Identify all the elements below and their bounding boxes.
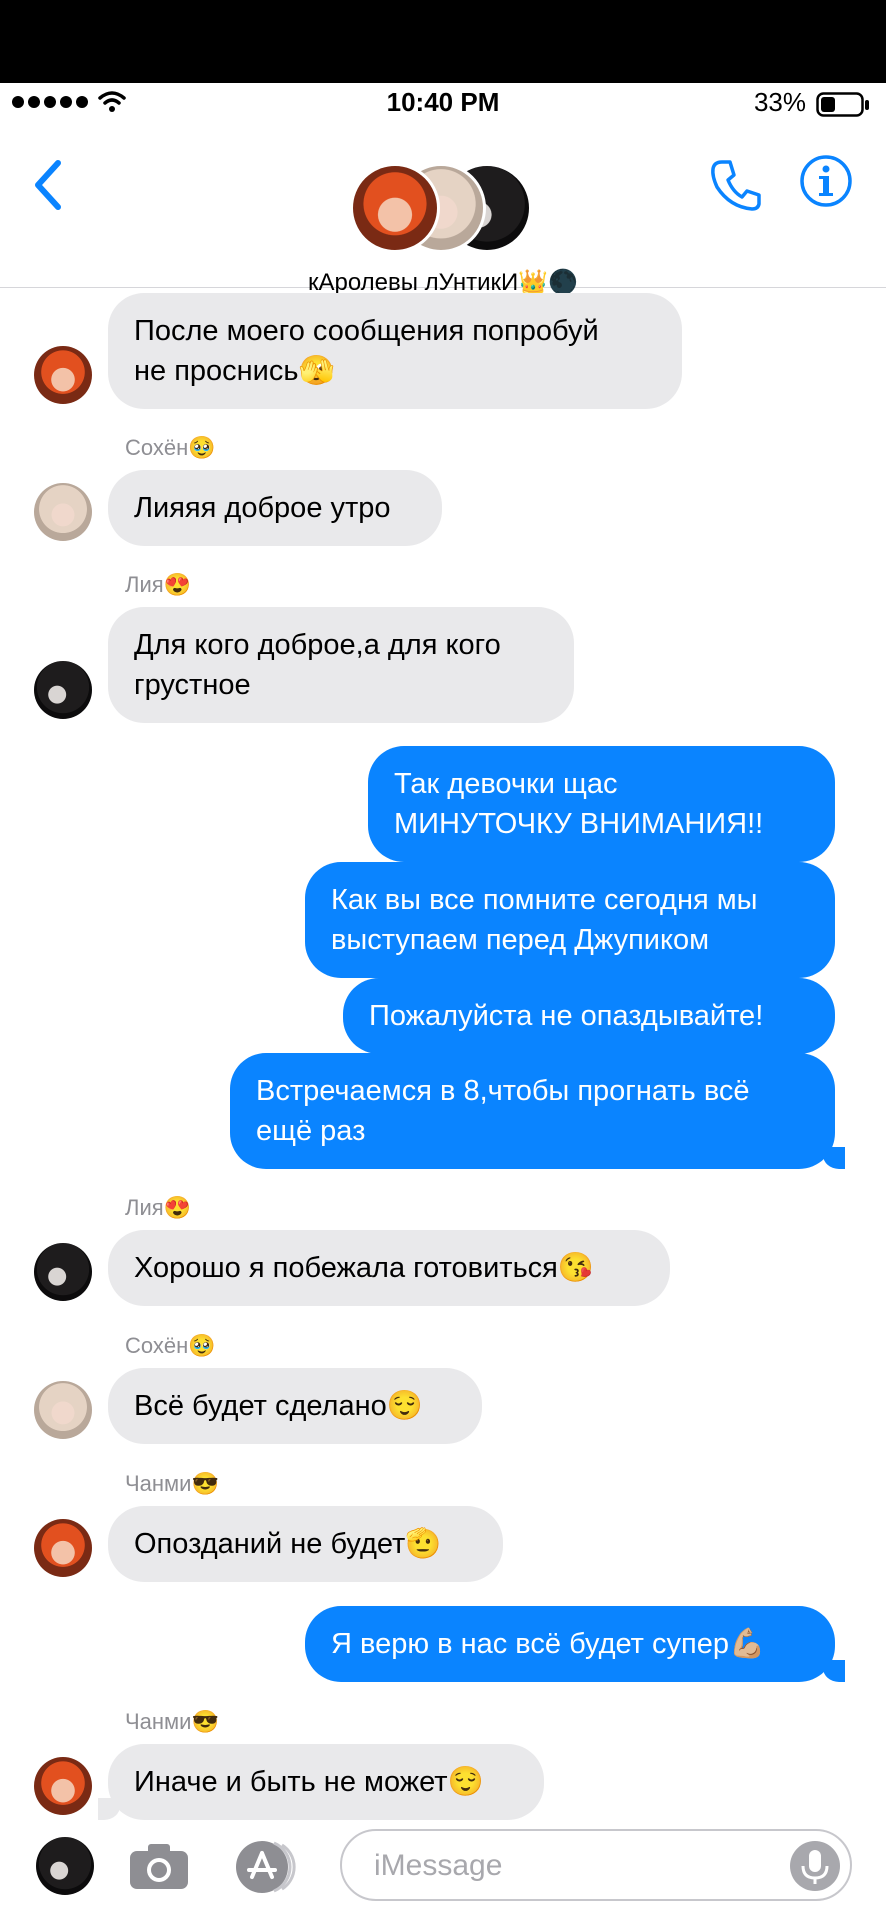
incoming-message[interactable]: Иначе и быть не может😌 bbox=[98, 1744, 544, 1820]
incoming-message[interactable]: Всё будет сделано😌 bbox=[108, 1368, 482, 1444]
sender-name: Чанми😎 bbox=[125, 1471, 219, 1496]
imessage-input[interactable] bbox=[372, 1843, 796, 1889]
imessage-input-container[interactable] bbox=[340, 1829, 852, 1901]
sender-avatar bbox=[34, 483, 92, 541]
outgoing-message[interactable]: Я верю в нас всё будет супер💪🏼 bbox=[305, 1606, 845, 1682]
sender-avatar bbox=[34, 346, 92, 404]
outgoing-message[interactable]: Встречаемся в 8,чтобы прогнать всё ещё р… bbox=[230, 1053, 845, 1169]
app-store-icon[interactable] bbox=[232, 1839, 308, 1895]
compose-bar bbox=[0, 1829, 886, 1919]
message-list[interactable]: После моего сообщения попробуй не просни… bbox=[0, 83, 886, 1920]
sender-name: Лия😍 bbox=[125, 572, 192, 597]
camera-icon[interactable] bbox=[128, 1841, 190, 1891]
sender-name: Сохён🥹 bbox=[125, 435, 216, 460]
my-avatar[interactable] bbox=[36, 1837, 94, 1895]
incoming-message[interactable]: После моего сообщения попробуй не просни… bbox=[108, 293, 682, 409]
sender-name: Сохён🥹 bbox=[125, 1333, 216, 1358]
sender-avatar bbox=[34, 1243, 92, 1301]
sender-name: Чанми😎 bbox=[125, 1709, 219, 1734]
chat-screen: 10:40 PM 33% кАролевы лУнтикИ👑🌑 После мо… bbox=[0, 83, 886, 1920]
microphone-icon[interactable] bbox=[788, 1839, 842, 1893]
sender-avatar bbox=[34, 1519, 92, 1577]
incoming-message[interactable]: Для кого доброе,а для кого грустное bbox=[108, 607, 574, 723]
sender-avatar bbox=[34, 1381, 92, 1439]
incoming-message[interactable]: Лияяя доброе утро bbox=[108, 470, 442, 546]
incoming-message[interactable]: Опозданий не будет🫡 bbox=[108, 1506, 503, 1582]
incoming-message[interactable]: Хорошо я побежала готовиться😘 bbox=[108, 1230, 670, 1306]
outgoing-message[interactable]: Так девочки щас МИНУТОЧКУ ВНИМАНИЯ!! bbox=[368, 746, 835, 862]
phone-frame: 10:40 PM 33% кАролевы лУнтикИ👑🌑 После мо… bbox=[0, 0, 886, 1920]
sender-name: Лия😍 bbox=[125, 1195, 192, 1220]
outgoing-message[interactable]: Пожалуйста не опаздывайте! bbox=[343, 978, 835, 1054]
sender-avatar bbox=[34, 661, 92, 719]
outgoing-message[interactable]: Как вы все помните сегодня мы выступаем … bbox=[305, 862, 835, 978]
sender-avatar bbox=[34, 1757, 92, 1815]
